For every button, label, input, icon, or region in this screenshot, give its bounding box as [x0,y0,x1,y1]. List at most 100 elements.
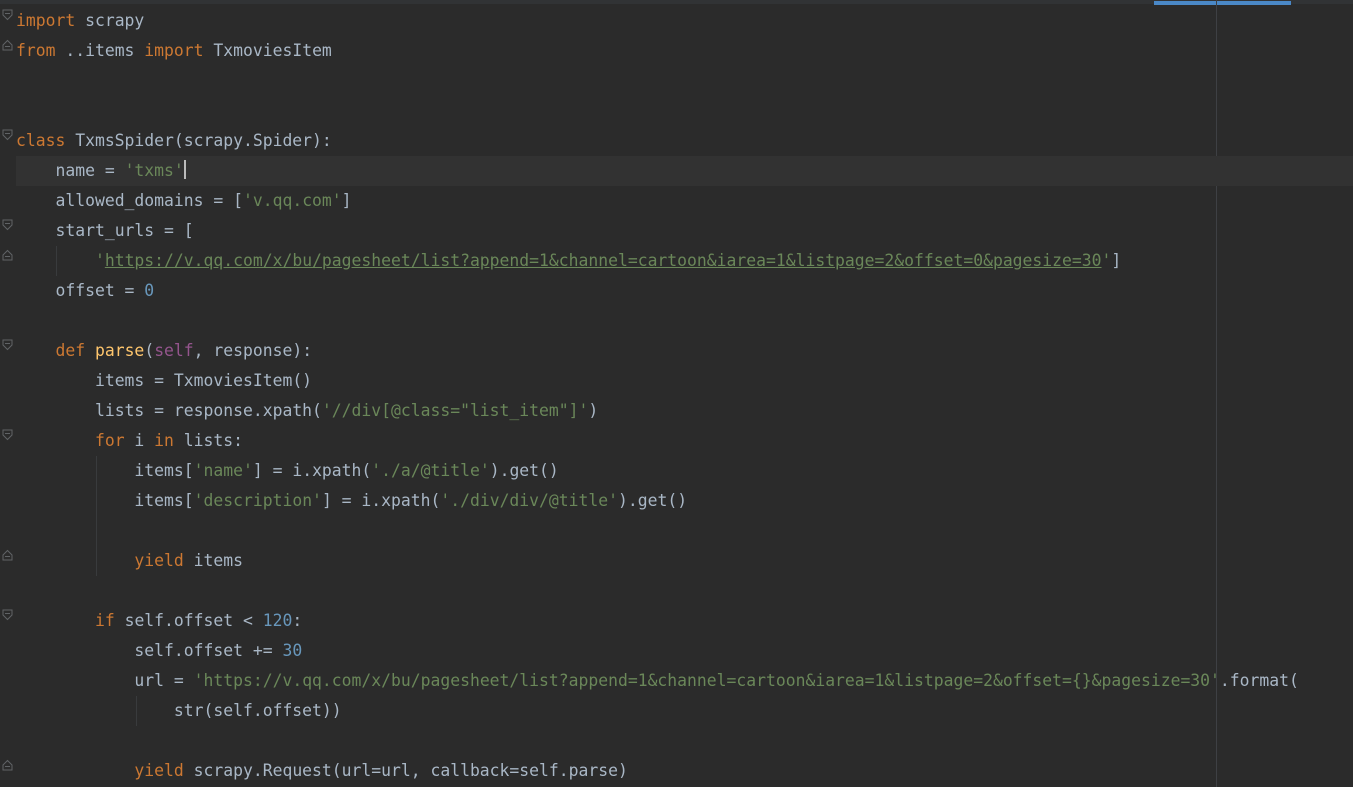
string-literal: './div/div/@title' [440,491,618,510]
code-line[interactable]: yield scrapy.Request(url=url, callback=s… [16,756,628,786]
text-caret [183,160,186,179]
code-line[interactable]: start_urls = [ [16,216,194,246]
code-text: items[ [134,461,194,480]
string-literal: '//div[@class="list_item"]' [321,401,589,420]
string-literal: './a/@title' [371,461,490,480]
fold-open-icon[interactable] [2,429,13,441]
string-literal: 'description' [193,491,322,510]
code-line[interactable]: items = TxmoviesItem() [16,366,312,396]
function-name: parse [85,341,145,360]
code-text: items = TxmoviesItem() [94,371,313,390]
string-quote: ' [94,251,105,270]
code-text: items[ [134,491,194,510]
keyword: in [154,431,174,450]
url-link[interactable]: https://v.qq.com/x/bu/pagesheet/list?app… [105,251,1102,270]
string-literal: 'name' [193,461,253,480]
code-text: ..items [55,41,145,60]
code-text: url = [134,671,194,690]
code-line[interactable]: yield items [16,546,243,576]
string-quote: ' [1101,251,1112,270]
code-line[interactable]: def parse(self, response): [16,336,312,366]
keyword: for [94,431,125,450]
code-line[interactable]: url = 'https://v.qq.com/x/bu/pagesheet/l… [16,666,1299,696]
code-text: ).get() [489,461,559,480]
code-text: scrapy.Request(url=url, callback=self.pa… [183,761,628,780]
code-line[interactable]: 'https://v.qq.com/x/bu/pagesheet/list?ap… [16,246,1121,276]
fold-close-icon[interactable] [2,759,13,771]
code-line-current[interactable]: name = 'txms' [16,156,186,186]
code-text: ) [588,401,599,420]
string-literal: 'txms' [124,161,184,180]
code-text: name = [55,161,125,180]
code-line[interactable]: if self.offset < 120: [16,606,302,636]
code-line[interactable]: offset = 0 [16,276,154,306]
keyword: from [16,41,56,60]
code-line[interactable]: str(self.offset)) [16,696,342,726]
code-text: TxmsSpider(scrapy.Spider): [65,131,332,150]
code-text: i [124,431,155,450]
current-line-highlight [16,156,1353,186]
fold-open-icon[interactable] [2,219,13,231]
code-editor[interactable]: import scrapy from ..items import Txmovi… [0,0,1353,787]
string-literal: 'v.qq.com' [242,191,342,210]
keyword: if [94,611,115,630]
string-literal: 'https://v.qq.com/x/bu/pagesheet/list?ap… [193,671,1220,690]
code-line[interactable]: lists = response.xpath('//div[@class="li… [16,396,598,426]
fold-open-icon[interactable] [2,9,13,21]
code-line[interactable]: items['description'] = i.xpath('./div/di… [16,486,687,516]
code-text: , response): [193,341,313,360]
fold-close-icon[interactable] [2,249,13,261]
code-text: .format( [1219,671,1299,690]
code-text: offset = [55,281,145,300]
number-literal: 30 [282,641,303,660]
keyword: import [144,41,204,60]
editor-top-border [0,0,1353,4]
keyword: import [16,11,76,30]
code-text: ] [341,191,352,210]
scroll-indicator[interactable] [1154,1,1291,5]
code-text: self.offset += [134,641,283,660]
code-line[interactable]: self.offset += 30 [16,636,302,666]
code-text: scrapy [75,11,145,30]
editor-gutter [0,0,16,787]
code-text: ] = i.xpath( [321,491,441,510]
code-line[interactable]: from ..items import TxmoviesItem [16,36,332,66]
code-line[interactable]: allowed_domains = ['v.qq.com'] [16,186,352,216]
code-text: items [183,551,243,570]
fold-open-icon[interactable] [2,129,13,141]
code-line[interactable]: items['name'] = i.xpath('./a/@title').ge… [16,456,559,486]
code-text: lists: [173,431,243,450]
keyword: yield [134,761,184,780]
code-text: TxmoviesItem [203,41,332,60]
code-text: start_urls = [ [55,221,194,240]
fold-close-icon[interactable] [2,39,13,51]
code-text: ).get() [617,491,688,510]
fold-close-icon[interactable] [2,549,13,561]
self-keyword: self [154,341,194,360]
code-text: ] = i.xpath( [252,461,372,480]
code-text: allowed_domains = [ [55,191,243,210]
code-text: str(self.offset)) [173,701,342,720]
code-line[interactable]: class TxmsSpider(scrapy.Spider): [16,126,332,156]
fold-open-icon[interactable] [2,609,13,621]
code-line[interactable]: import scrapy [16,6,144,36]
fold-open-icon[interactable] [2,339,13,351]
keyword: yield [134,551,184,570]
code-line[interactable]: for i in lists: [16,426,243,456]
code-text: lists = response.xpath( [94,401,322,420]
